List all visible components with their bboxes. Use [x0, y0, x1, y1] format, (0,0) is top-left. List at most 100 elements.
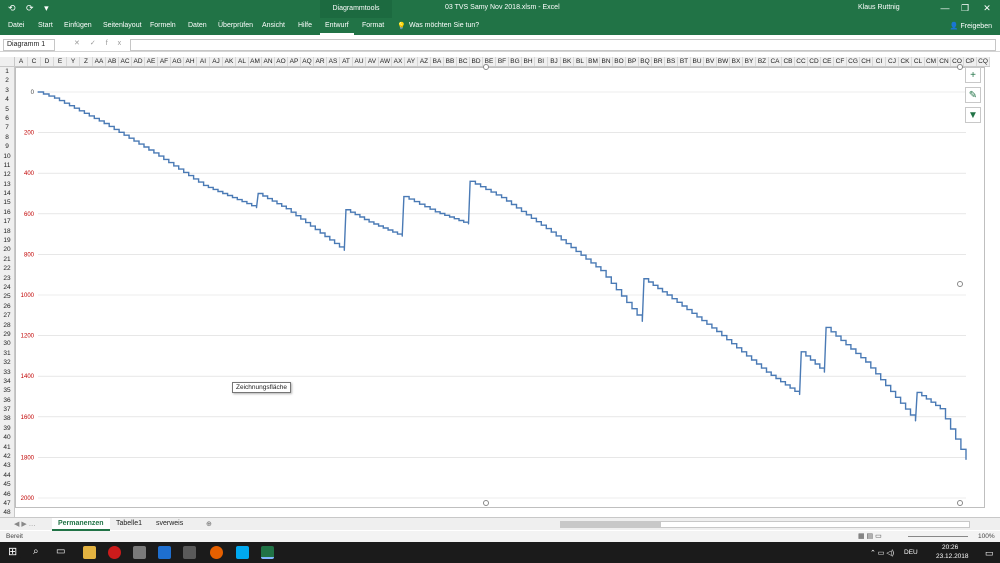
- column-header[interactable]: CC: [795, 57, 808, 66]
- column-header[interactable]: BX: [730, 57, 743, 66]
- edge-icon[interactable]: [158, 546, 171, 559]
- column-header[interactable]: CE: [821, 57, 834, 66]
- row-header[interactable]: 14: [0, 189, 14, 198]
- data-point[interactable]: [825, 326, 827, 329]
- restore-button[interactable]: ❐: [955, 3, 975, 14]
- column-header[interactable]: BV: [704, 57, 717, 66]
- tab-nav-arrows[interactable]: ◀ ▶ …: [8, 518, 42, 531]
- row-header[interactable]: 21: [0, 255, 14, 264]
- tab-ueberpruefen[interactable]: Überprüfen: [218, 22, 253, 29]
- data-point[interactable]: [939, 408, 941, 410]
- column-header[interactable]: AO: [275, 57, 288, 66]
- column-header[interactable]: AR: [314, 57, 327, 66]
- data-point[interactable]: [257, 192, 259, 195]
- row-header[interactable]: 38: [0, 414, 14, 423]
- data-point[interactable]: [550, 231, 552, 233]
- row-header[interactable]: 13: [0, 180, 14, 189]
- column-header[interactable]: AE: [145, 57, 158, 66]
- column-header[interactable]: CQ: [977, 57, 990, 66]
- horizontal-scrollbar[interactable]: [560, 521, 970, 528]
- tell-me-search[interactable]: Was möchten Sie tun?: [409, 22, 479, 29]
- row-header[interactable]: 16: [0, 208, 14, 217]
- column-header[interactable]: CH: [860, 57, 873, 66]
- column-header[interactable]: CB: [782, 57, 795, 66]
- data-point[interactable]: [600, 270, 602, 272]
- data-point[interactable]: [765, 371, 768, 373]
- data-point[interactable]: [716, 330, 718, 333]
- column-header[interactable]: AW: [379, 57, 392, 66]
- row-header[interactable]: 43: [0, 461, 14, 470]
- zoom-slider[interactable]: [908, 536, 968, 537]
- data-point[interactable]: [469, 180, 471, 182]
- row-header[interactable]: 7: [0, 123, 14, 132]
- column-header[interactable]: CG: [847, 57, 860, 66]
- data-point[interactable]: [343, 249, 345, 251]
- column-header[interactable]: CF: [834, 57, 847, 66]
- column-header[interactable]: CL: [912, 57, 925, 66]
- column-header[interactable]: AZ: [418, 57, 431, 66]
- column-header[interactable]: BF: [496, 57, 509, 66]
- row-header[interactable]: 6: [0, 114, 14, 123]
- data-point[interactable]: [37, 91, 39, 93]
- row-header[interactable]: 24: [0, 283, 14, 292]
- column-header[interactable]: AQ: [301, 57, 314, 66]
- column-header[interactable]: Z: [80, 57, 93, 66]
- file-explorer-icon[interactable]: [83, 546, 96, 559]
- data-point[interactable]: [799, 393, 801, 396]
- tab-hilfe[interactable]: Hilfe: [298, 22, 312, 29]
- row-header[interactable]: 29: [0, 330, 14, 339]
- row-header[interactable]: 34: [0, 377, 14, 386]
- column-header[interactable]: BY: [743, 57, 756, 66]
- row-header[interactable]: 42: [0, 452, 14, 461]
- clock-time[interactable]: 20:26: [942, 544, 958, 551]
- sheet-tab-sverweis[interactable]: sverweis: [150, 518, 189, 531]
- search-icon[interactable]: ⌕: [33, 546, 46, 559]
- row-header[interactable]: 28: [0, 321, 14, 330]
- app-icon[interactable]: [133, 546, 146, 559]
- tab-entwurf[interactable]: Entwurf: [320, 18, 354, 35]
- row-header[interactable]: 35: [0, 386, 14, 395]
- column-header[interactable]: CK: [899, 57, 912, 66]
- row-header[interactable]: 18: [0, 227, 14, 236]
- tab-format[interactable]: Format: [362, 22, 384, 29]
- data-point[interactable]: [403, 195, 405, 198]
- excel-icon[interactable]: [261, 546, 274, 559]
- tray-icons[interactable]: ⌃ ▭ ◁): [870, 549, 894, 557]
- resize-handle-top-right[interactable]: [957, 64, 963, 70]
- data-point[interactable]: [434, 211, 436, 213]
- column-header[interactable]: AL: [236, 57, 249, 66]
- row-header[interactable]: 12: [0, 170, 14, 179]
- column-header[interactable]: AA: [93, 57, 106, 66]
- column-header[interactable]: Y: [67, 57, 80, 66]
- data-point[interactable]: [641, 320, 643, 322]
- row-header[interactable]: 9: [0, 142, 14, 151]
- input-language[interactable]: DEU: [904, 549, 918, 556]
- notification-icon[interactable]: ▭: [985, 548, 994, 559]
- close-button[interactable]: ✕: [977, 3, 997, 14]
- column-header[interactable]: A: [15, 57, 28, 66]
- column-header[interactable]: AB: [106, 57, 119, 66]
- column-header[interactable]: AX: [392, 57, 405, 66]
- column-header[interactable]: D: [41, 57, 54, 66]
- column-header[interactable]: BO: [613, 57, 626, 66]
- windows-start-icon[interactable]: ⊞: [8, 545, 21, 558]
- tab-einfuegen[interactable]: Einfügen: [64, 22, 92, 29]
- row-header[interactable]: 30: [0, 339, 14, 348]
- row-header[interactable]: 32: [0, 358, 14, 367]
- column-header[interactable]: AV: [366, 57, 379, 66]
- scrollbar-thumb[interactable]: [561, 522, 661, 527]
- data-point[interactable]: [500, 196, 503, 199]
- row-header[interactable]: 17: [0, 217, 14, 226]
- add-sheet-button[interactable]: ⊕: [200, 518, 218, 531]
- chart-elements-button[interactable]: +: [965, 67, 981, 83]
- opera-icon[interactable]: [108, 546, 121, 559]
- resize-handle-right[interactable]: [957, 281, 963, 287]
- row-header[interactable]: 25: [0, 292, 14, 301]
- user-name[interactable]: Klaus Ruttnig: [858, 4, 900, 11]
- tab-datei[interactable]: Datei: [8, 22, 24, 29]
- data-point[interactable]: [965, 458, 967, 461]
- quick-access-toolbar[interactable]: ⟲ ⟳ ▾: [8, 3, 53, 14]
- column-header[interactable]: AS: [327, 57, 340, 66]
- select-all-corner[interactable]: [0, 57, 15, 67]
- line-chart[interactable]: 0 200 400 600 800 1000 1200 1400 1600 1800 2000: [16, 68, 984, 507]
